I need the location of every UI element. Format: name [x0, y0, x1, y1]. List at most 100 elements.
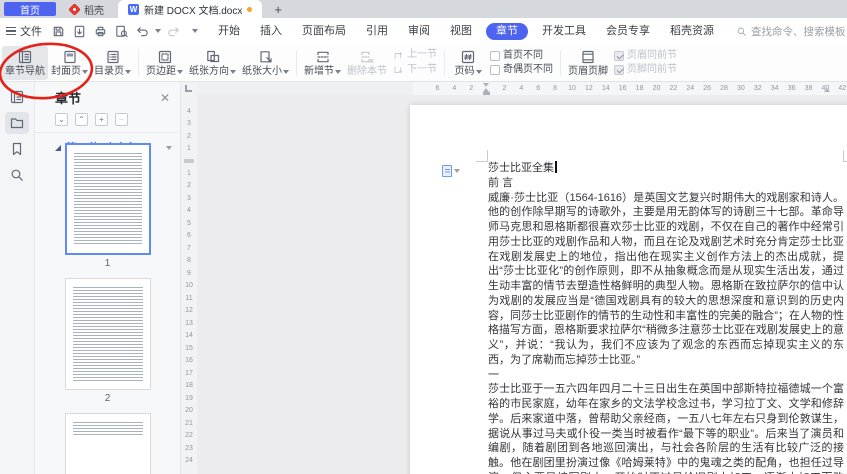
- margins-icon: [157, 49, 173, 65]
- first-page-different-checkbox[interactable]: 首页不同: [490, 51, 553, 61]
- dropdown-caret-icon: [82, 70, 88, 74]
- comment-caret-icon: [454, 169, 460, 173]
- print-button[interactable]: [92, 22, 109, 40]
- chapter-navigation-label: 章节导航: [5, 67, 45, 77]
- undo-icon: [135, 24, 150, 39]
- ruler-tick-label: 4: [513, 82, 530, 95]
- margin-comment-indicator[interactable]: [442, 165, 460, 177]
- dropdown-caret-icon: [177, 70, 183, 74]
- first-line-indent-marker[interactable]: [483, 83, 489, 87]
- ruler-tick-label: 6: [530, 82, 547, 95]
- header-footer-label: 页眉页脚: [568, 67, 608, 77]
- redo-button[interactable]: [165, 22, 182, 40]
- menu-tab-chapter[interactable]: 章节: [486, 23, 528, 40]
- tab-stop-selector-icon[interactable]: [185, 85, 192, 92]
- prev-section-button[interactable]: 上一节: [393, 50, 437, 61]
- menu-tab-references[interactable]: 引用: [356, 18, 398, 44]
- file-menu-button[interactable]: 文件: [0, 18, 50, 44]
- odd-even-different-checkbox[interactable]: 奇偶页不同: [490, 65, 553, 75]
- page-thumbnail[interactable]: [65, 413, 151, 474]
- document-tab[interactable]: W 新建 DOCX 文档.docx: [118, 0, 262, 18]
- home-tab[interactable]: 首页: [4, 2, 56, 16]
- first-page-different-label: 首页不同: [503, 51, 543, 61]
- page-thumbnail-item: 2: [65, 278, 151, 404]
- dropdown-caret-icon: [125, 70, 131, 74]
- ruler-tick-label: 20: [648, 82, 665, 95]
- page-number-label: 页码: [455, 67, 482, 77]
- redo-icon: [166, 24, 181, 39]
- ruler-tick-label: 16: [181, 355, 197, 368]
- command-search[interactable]: 查找命令、搜索模板: [736, 24, 846, 39]
- remove-section-button[interactable]: −: [115, 113, 128, 126]
- expand-all-button[interactable]: ⌄: [55, 113, 68, 126]
- footer-same-prev-checkbox[interactable]: 页脚同前节: [614, 65, 677, 75]
- paper-orientation-button[interactable]: 纸张方向: [186, 46, 239, 80]
- document-page[interactable]: 莎士比亚全集 前 言 威廉·莎士比亚（1564-1616）是英国文艺复兴时期伟大…: [410, 105, 847, 474]
- toc-page-button[interactable]: 目录页: [91, 46, 134, 80]
- collapse-all-button[interactable]: ⌃: [75, 113, 88, 126]
- menu-tab-page-layout[interactable]: 页面布局: [292, 18, 356, 44]
- delete-section-button[interactable]: 删除本节: [344, 46, 390, 80]
- menu-tab-start[interactable]: 开始: [208, 18, 250, 44]
- chapters-panel-button[interactable]: [5, 112, 29, 134]
- docer-tab-label: 稻壳: [84, 2, 104, 17]
- undo-history-caret-icon[interactable]: [155, 29, 161, 33]
- ruler-tick-label: 12: [580, 82, 597, 95]
- ruler-tick-label: 22: [181, 430, 197, 443]
- margins-button[interactable]: 页边距: [143, 46, 186, 80]
- print-preview-button[interactable]: [113, 22, 130, 40]
- menu-tab-docer-resources[interactable]: 稻壳资源: [660, 18, 724, 44]
- export-button[interactable]: [71, 22, 88, 40]
- document-tab-title: 新建 DOCX 文档.docx: [144, 2, 242, 17]
- thumbnail-text-lines: [73, 287, 143, 381]
- header-footer-button[interactable]: 页眉页脚: [565, 46, 611, 80]
- ruler-tick-label: 9: [181, 267, 197, 280]
- page-thumbnail[interactable]: [65, 278, 151, 390]
- left-indent-marker[interactable]: [483, 92, 490, 95]
- document-canvas[interactable]: 642 246810121416182022242628303234363840…: [197, 82, 847, 474]
- paper-size-button[interactable]: 纸张大小: [239, 46, 292, 80]
- print-preview-icon: [114, 24, 129, 39]
- bookmarks-panel-button[interactable]: [5, 138, 29, 160]
- header-same-prev-checkbox[interactable]: 页眉同前节: [614, 51, 677, 61]
- odd-even-different-label: 奇偶页不同: [503, 65, 553, 75]
- docer-tab[interactable]: 稻壳: [56, 0, 118, 18]
- menu-tab-review[interactable]: 审阅: [398, 18, 440, 44]
- ruler-tick-label: 30: [732, 82, 749, 95]
- chapters-sidebar: 章节 ✕ ⌄ ⌃ + − 第 1 节: 未命名 1 2: [35, 82, 181, 474]
- new-section-button[interactable]: 新增节: [301, 46, 344, 80]
- new-tab-button[interactable]: +: [274, 3, 282, 16]
- document-text[interactable]: 莎士比亚全集 前 言 威廉·莎士比亚（1564-1616）是英国文艺复兴时期伟大…: [488, 161, 844, 474]
- ruler-tick-label: 32: [749, 82, 766, 95]
- chapter-navigation-panel-button[interactable]: [5, 86, 29, 108]
- save-button[interactable]: [50, 22, 67, 40]
- ruler-tick-label: 2: [181, 180, 197, 193]
- menu-tab-insert[interactable]: 插入: [250, 18, 292, 44]
- ribbon-separator: [560, 50, 561, 76]
- ruler-tick-label: 4: [181, 105, 197, 118]
- right-indent-marker[interactable]: [824, 88, 830, 92]
- delete-section-icon: [359, 49, 375, 65]
- ruler-tick-label: 4: [446, 82, 463, 95]
- new-section-icon: [315, 49, 331, 65]
- ruler-tick-label: 4: [181, 205, 197, 218]
- undo-button[interactable]: [134, 22, 151, 40]
- menu-tab-member[interactable]: 会员专享: [596, 18, 660, 44]
- find-panel-button[interactable]: [5, 164, 29, 186]
- thumbnail-text-lines: [74, 153, 142, 245]
- customize-toolbar-caret-icon[interactable]: [192, 29, 198, 33]
- next-section-button[interactable]: 下一节: [393, 65, 437, 76]
- menu-tab-view[interactable]: 视图: [440, 18, 482, 44]
- sidebar-close-button[interactable]: ✕: [160, 92, 170, 104]
- printer-icon: [93, 24, 108, 39]
- ruler-tick-label: 3: [181, 192, 197, 205]
- cover-page-button[interactable]: 封面页: [48, 46, 91, 80]
- chapter-navigation-button[interactable]: 章节导航: [2, 46, 48, 80]
- page-thumbnail[interactable]: [65, 143, 151, 255]
- ribbon-separator: [296, 50, 297, 76]
- page-number-button[interactable]: 页码: [449, 46, 487, 80]
- paper-size-icon: [258, 49, 274, 65]
- menu-tab-dev-tools[interactable]: 开发工具: [532, 18, 596, 44]
- add-section-button[interactable]: +: [95, 113, 108, 126]
- top-margin-boundary[interactable]: [184, 159, 194, 163]
